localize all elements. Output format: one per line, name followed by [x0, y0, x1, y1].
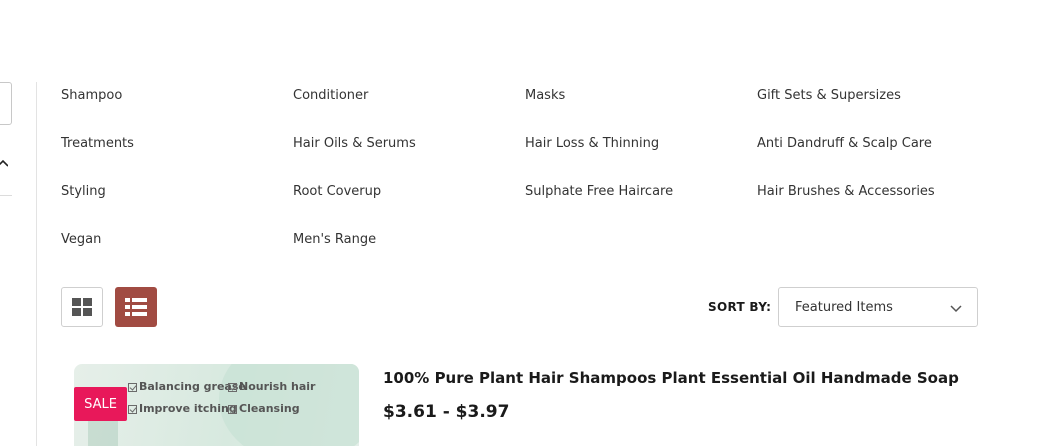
checkbox-icon: [228, 382, 237, 392]
grid-view-button[interactable]: [61, 287, 103, 327]
category-link-treatments[interactable]: Treatments: [61, 134, 293, 182]
subcategory-list: Shampoo Conditioner Masks Gift Sets & Su…: [61, 86, 1021, 278]
checkbox-icon: [228, 404, 237, 414]
checkbox-icon: [128, 382, 137, 392]
sort-dropdown[interactable]: Featured Items: [778, 287, 978, 327]
sort-by-label: SORT BY:: [708, 300, 772, 314]
product-title[interactable]: 100% Pure Plant Hair Shampoos Plant Esse…: [383, 368, 959, 388]
category-link-mens-range[interactable]: Men's Range: [293, 230, 525, 278]
category-link-shampoo[interactable]: Shampoo: [61, 86, 293, 134]
category-link-styling[interactable]: Styling: [61, 182, 293, 230]
image-feature-label: Nourish hair: [228, 380, 315, 394]
category-link-gift-sets[interactable]: Gift Sets & Supersizes: [757, 86, 989, 134]
image-decoration: [88, 418, 118, 446]
list-view-button[interactable]: [115, 287, 157, 327]
product-price: $3.61 - $3.97: [383, 402, 510, 422]
category-link-hair-loss[interactable]: Hair Loss & Thinning: [525, 134, 757, 182]
category-link-vegan[interactable]: Vegan: [61, 230, 293, 278]
vertical-divider: [36, 82, 37, 446]
chevron-up-icon[interactable]: [0, 158, 8, 168]
sale-badge: SALE: [74, 387, 127, 421]
sidebar-search-box[interactable]: [0, 82, 12, 125]
category-link-masks[interactable]: Masks: [525, 86, 757, 134]
sidebar-divider: [0, 195, 12, 196]
image-feature-label: Cleansing: [228, 402, 300, 416]
chevron-down-icon: [950, 305, 962, 313]
image-feature-label: Improve itching: [128, 402, 237, 416]
category-link-anti-dandruff[interactable]: Anti Dandruff & Scalp Care: [757, 134, 989, 182]
checkbox-icon: [128, 404, 137, 414]
category-link-conditioner[interactable]: Conditioner: [293, 86, 525, 134]
list-view-icon: [125, 298, 147, 316]
sort-selected-value: Featured Items: [795, 300, 893, 315]
category-link-hair-brushes[interactable]: Hair Brushes & Accessories: [757, 182, 989, 230]
category-link-sulphate-free[interactable]: Sulphate Free Haircare: [525, 182, 757, 230]
category-link-hair-oils[interactable]: Hair Oils & Serums: [293, 134, 525, 182]
category-link-root-coverup[interactable]: Root Coverup: [293, 182, 525, 230]
grid-view-icon: [72, 298, 92, 316]
